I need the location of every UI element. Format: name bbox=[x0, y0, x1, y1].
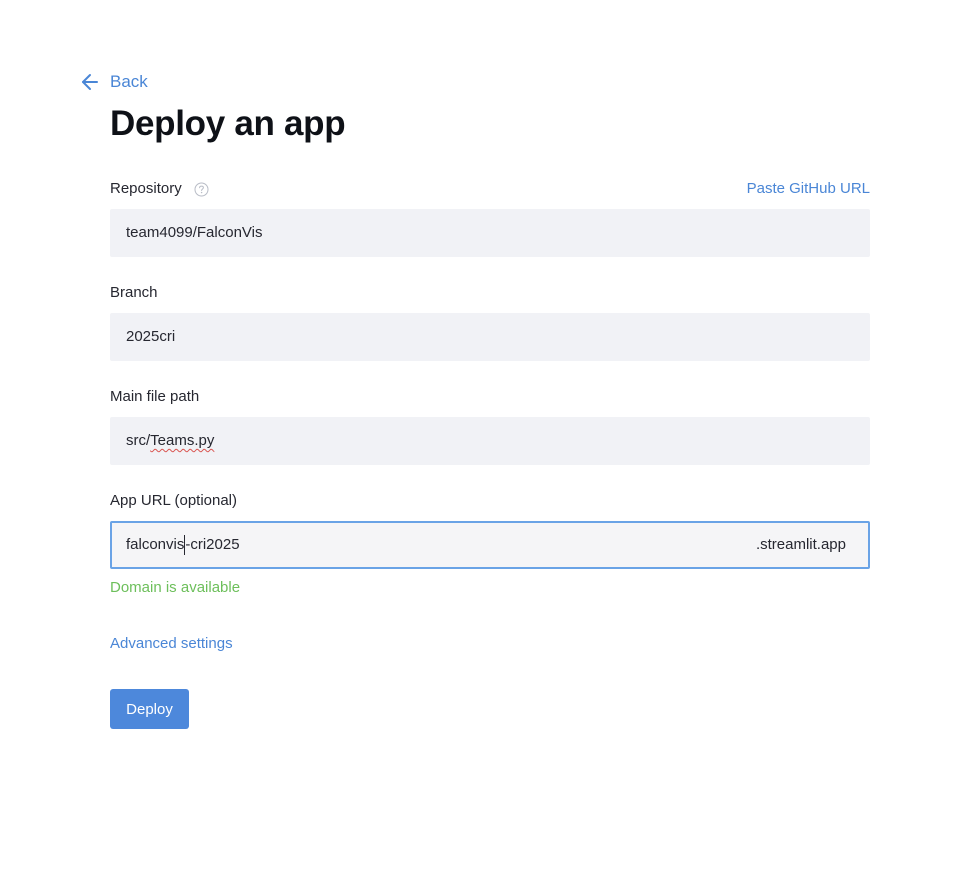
paste-github-url-link[interactable]: Paste GitHub URL bbox=[747, 179, 870, 199]
app-url-value-end: -cri2025 bbox=[185, 536, 240, 553]
repository-input[interactable]: team4099/FalconVis bbox=[110, 209, 870, 257]
repository-label: Repository bbox=[110, 179, 209, 199]
app-url-label: App URL (optional) bbox=[110, 492, 238, 509]
deploy-button[interactable]: Deploy bbox=[110, 689, 189, 729]
domain-status: Domain is available bbox=[110, 579, 241, 596]
main-file-path-prefix: src/ bbox=[126, 432, 151, 449]
page-title: Deploy an app bbox=[110, 104, 346, 143]
help-icon[interactable] bbox=[194, 182, 209, 197]
branch-label: Branch bbox=[110, 284, 158, 301]
back-label: Back bbox=[110, 72, 148, 91]
repository-label-text: Repository bbox=[110, 180, 182, 197]
branch-value: 2025cri bbox=[126, 328, 176, 345]
main-file-path-label: Main file path bbox=[110, 388, 200, 405]
arrow-left-icon bbox=[80, 72, 100, 92]
repository-value: team4099/FalconVis bbox=[126, 224, 263, 241]
app-url-value: falconvis-cri2025 bbox=[126, 535, 240, 556]
main-file-path-input[interactable]: src/Teams.py bbox=[110, 417, 870, 465]
app-url-value-start: falconvis bbox=[126, 536, 185, 553]
branch-input[interactable]: 2025cri bbox=[110, 313, 870, 361]
app-url-input[interactable]: falconvis-cri2025 .streamlit.app bbox=[110, 521, 870, 569]
advanced-settings-link[interactable]: Advanced settings bbox=[110, 634, 233, 654]
app-url-suffix: .streamlit.app bbox=[755, 536, 846, 553]
back-link[interactable]: Back bbox=[80, 70, 148, 94]
main-file-path-flagged-word: Teams.py bbox=[150, 432, 215, 449]
